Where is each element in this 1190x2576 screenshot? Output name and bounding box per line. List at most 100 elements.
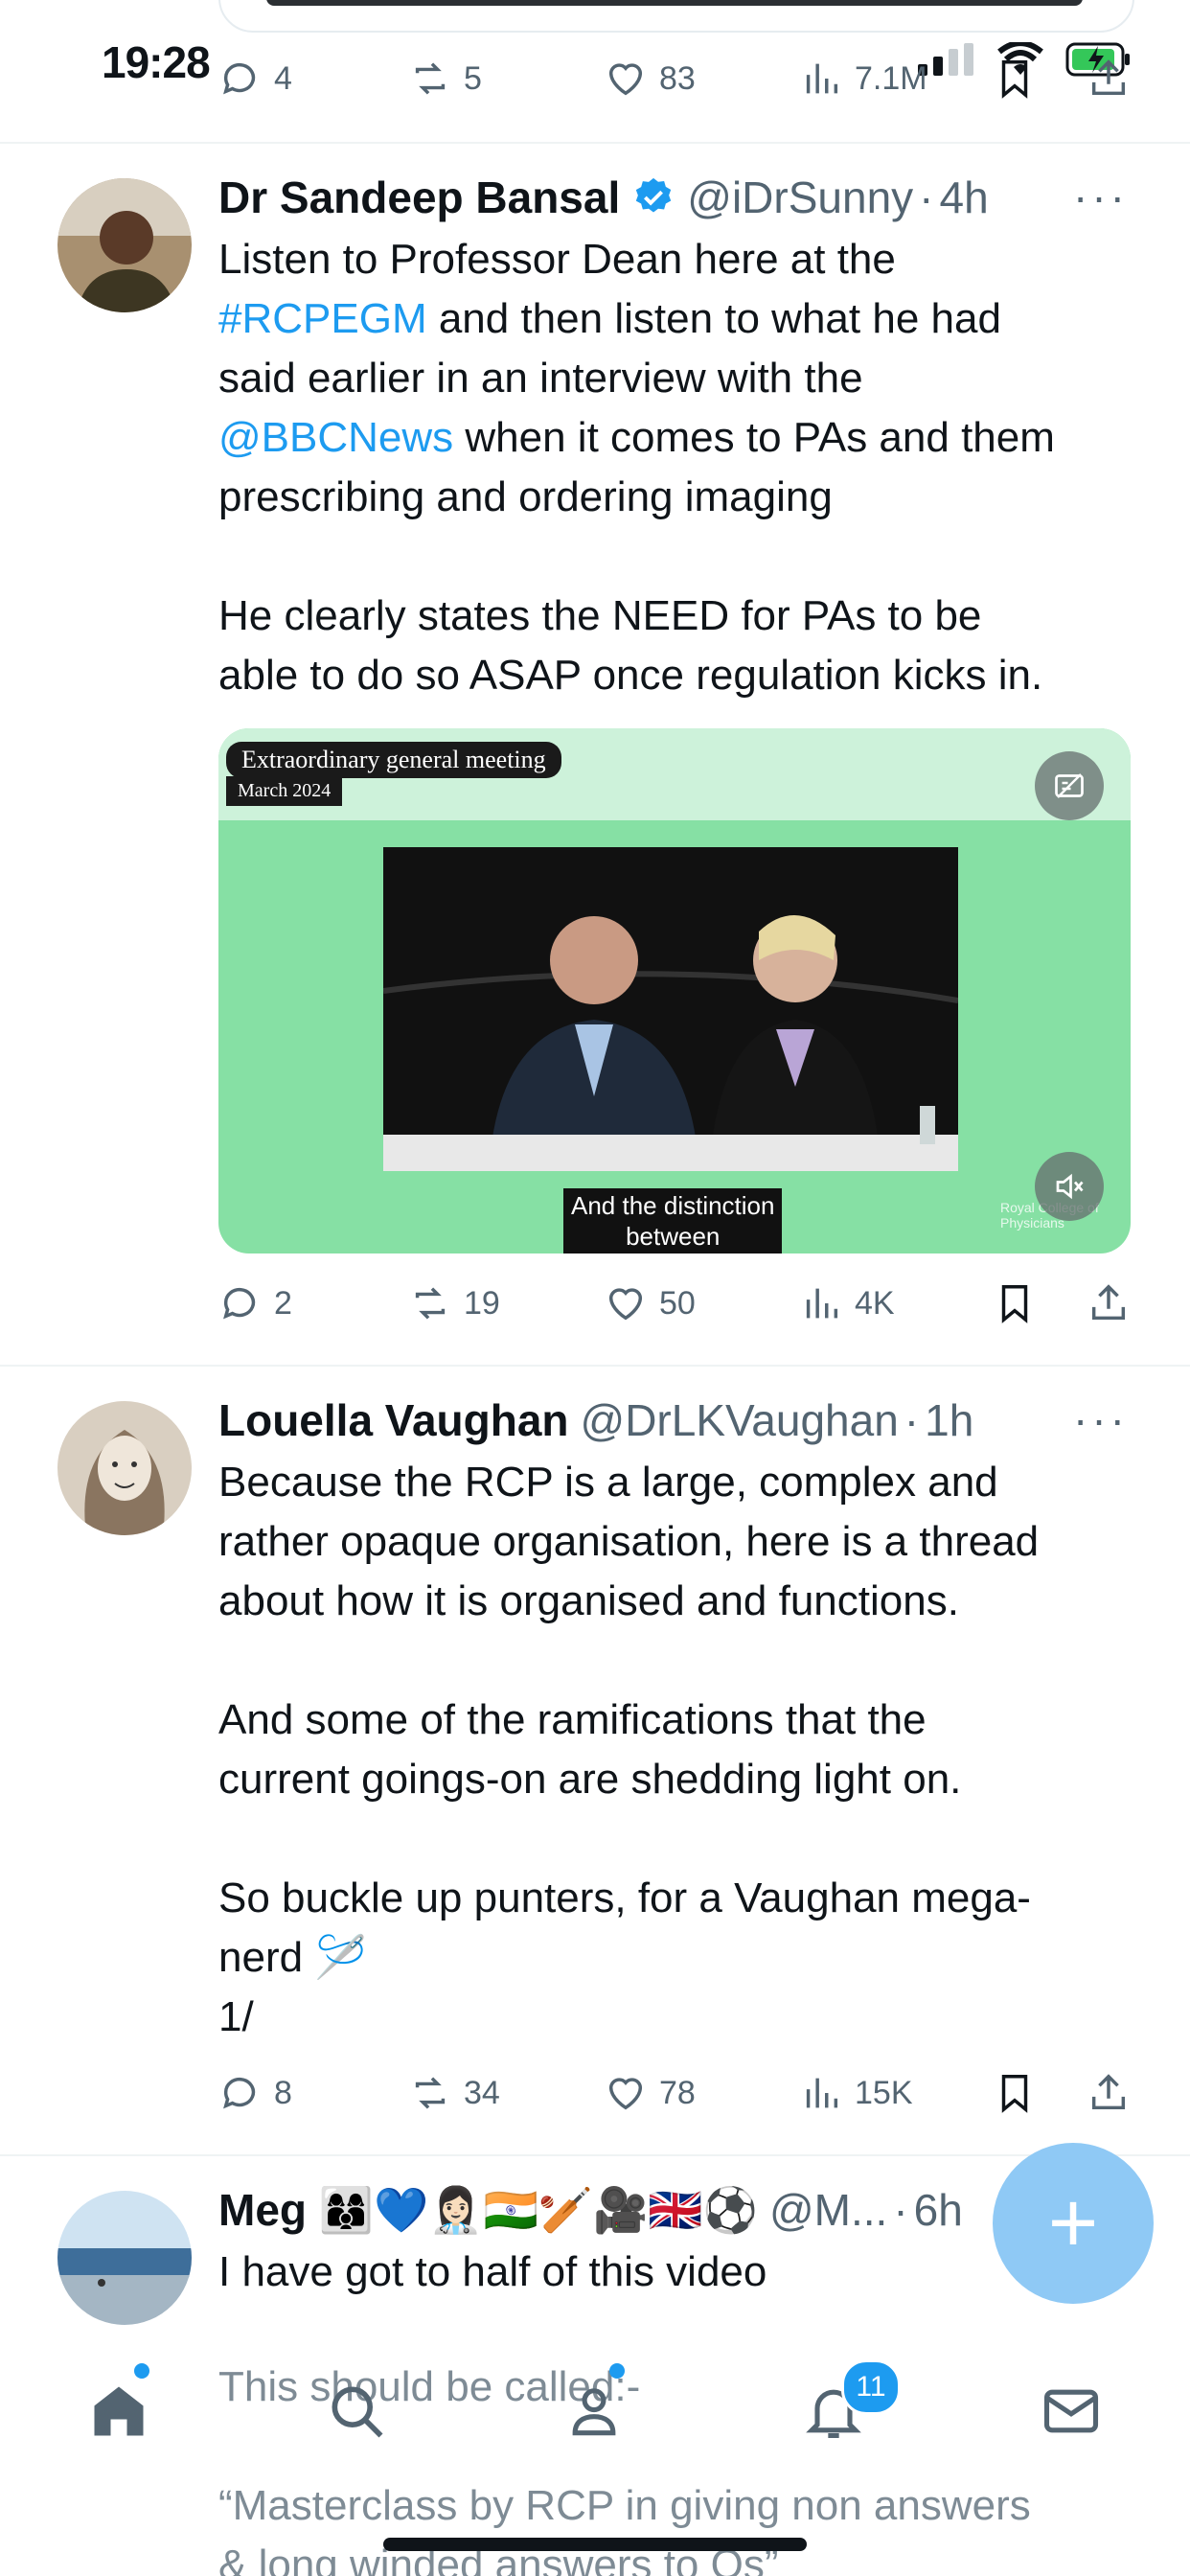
reply-button[interactable]: 8: [218, 2071, 292, 2115]
reply-count: 8: [274, 2074, 292, 2111]
tweet-time: 6h: [913, 2185, 963, 2235]
mention-link[interactable]: @BBCNews: [218, 414, 453, 461]
communities-icon: [572, 2388, 616, 2436]
tweet-time: 1h: [925, 1395, 974, 1445]
video-date-label: March 2024: [226, 776, 343, 806]
divider: [0, 142, 1190, 144]
like-button[interactable]: 78: [604, 2071, 696, 2115]
bookmark-button[interactable]: [993, 57, 1037, 101]
text-fragment: and then listen to what he had: [426, 295, 1001, 342]
captions-icon: [1055, 773, 1084, 798]
text-line: rather opaque organisation, here is a th…: [218, 1518, 1040, 1565]
views-icon: [806, 63, 838, 94]
tweet-header: Dr Sandeep Bansal @iDrSunny · 4h: [218, 169, 989, 226]
avatar-sketch: [57, 1401, 192, 1535]
tweet-text: Listen to Professor Dean here at the #RC…: [218, 230, 1131, 705]
repost-count: 5: [464, 59, 482, 97]
views-count: 4K: [855, 1284, 895, 1322]
compose-button[interactable]: +: [993, 2143, 1154, 2304]
avatar-photo: [57, 178, 192, 312]
repost-count: 34: [464, 2074, 500, 2111]
text-fragment: when it comes to PAs and them: [453, 414, 1055, 461]
text-line: #RCPEGM and then listen to what he had: [218, 289, 1131, 349]
author-name[interactable]: Dr Sandeep Bansal: [218, 172, 620, 223]
bookmark-button[interactable]: [993, 1281, 1037, 1325]
views-icon: [806, 2078, 838, 2108]
reply-icon: [223, 1287, 256, 1320]
divider: [0, 2154, 1190, 2156]
more-options-button[interactable]: ···: [1073, 171, 1129, 222]
nav-search[interactable]: [318, 2373, 395, 2450]
reply-icon: [223, 62, 256, 95]
more-options-button[interactable]: ···: [1073, 1393, 1129, 1445]
views-count: 15K: [855, 2074, 913, 2111]
reply-button[interactable]: 4: [218, 57, 292, 101]
share-icon: [1091, 59, 1126, 96]
reply-icon: [223, 2077, 256, 2109]
author-handle[interactable]: @M...: [769, 2184, 887, 2236]
avatar-beach-photo: [57, 2191, 192, 2325]
repost-icon: [415, 1287, 446, 1320]
like-count: 83: [659, 59, 696, 97]
views-button[interactable]: 7.1M: [799, 57, 927, 101]
author-name[interactable]: Meg 👩‍👩‍👦💙👩🏻‍⚕️🇮🇳🏏🎥🇬🇧⚽: [218, 2184, 758, 2237]
views-count: 7.1M: [855, 59, 927, 97]
repost-button[interactable]: 34: [408, 2071, 500, 2115]
speaker-muted-icon: [1056, 1173, 1084, 1200]
avatar[interactable]: [57, 178, 192, 312]
like-count: 50: [659, 1284, 696, 1322]
share-icon: [1091, 1284, 1126, 1321]
author-name[interactable]: Louella Vaughan: [218, 1394, 569, 1446]
verified-badge-icon: [636, 177, 672, 213]
text-line: nerd 🪡: [218, 1934, 368, 1981]
text-line: 1/: [218, 1993, 254, 2040]
repost-button[interactable]: 5: [408, 57, 482, 101]
reply-count: 4: [274, 59, 292, 97]
share-button[interactable]: [1087, 57, 1131, 101]
tweet-header: Louella Vaughan @DrLKVaughan · 1h: [218, 1392, 973, 1449]
author-handle[interactable]: @iDrSunny: [687, 172, 913, 223]
like-button[interactable]: 50: [604, 1281, 696, 1325]
search-icon: [332, 2386, 383, 2438]
tweet-actions: 8 34 78 15K: [218, 2066, 1131, 2120]
notifications-badge: 11: [841, 2359, 901, 2415]
author-handle[interactable]: @DrLKVaughan: [581, 1394, 899, 1446]
video-caption: And the distinction between: [563, 1188, 783, 1254]
separator: ·: [919, 172, 934, 222]
bookmark-button[interactable]: [993, 2071, 1037, 2115]
reply-count: 2: [274, 1284, 292, 1322]
heart-icon: [608, 2078, 643, 2110]
views-button[interactable]: 4K: [799, 1281, 895, 1325]
text-line: able to do so ASAP once regulation kicks…: [218, 652, 1043, 699]
like-button[interactable]: 83: [604, 57, 696, 101]
text-line: current goings-on are shedding light on.: [218, 1756, 962, 1803]
reply-button[interactable]: 2: [218, 1281, 292, 1325]
video-still: [383, 847, 958, 1171]
tweet-actions: 2 19 50 4K: [218, 1276, 1131, 1330]
text-line: @BBCNews when it comes to PAs and them: [218, 408, 1131, 468]
nav-messages[interactable]: [1033, 2373, 1110, 2450]
repost-icon: [415, 62, 446, 95]
video-title-label: Extraordinary general meeting: [226, 742, 561, 778]
envelope-icon: [1043, 2389, 1099, 2433]
text-line: Listen to Professor Dean here at the: [218, 236, 896, 283]
bookmark-icon: [1001, 60, 1028, 99]
mute-button[interactable]: [1035, 1152, 1104, 1221]
nav-communities[interactable]: [556, 2373, 632, 2450]
views-icon: [806, 1288, 838, 1319]
avatar[interactable]: [57, 1401, 192, 1535]
share-button[interactable]: [1087, 1281, 1131, 1325]
repost-button[interactable]: 19: [408, 1281, 500, 1325]
hashtag-link[interactable]: #RCPEGM: [218, 295, 427, 342]
text-line: I have got to half of this video: [218, 2248, 767, 2295]
video-player[interactable]: Extraordinary general meeting March 2024…: [218, 728, 1131, 1254]
share-button[interactable]: [1087, 2071, 1131, 2115]
separator: ·: [904, 1395, 920, 1445]
avatar[interactable]: [57, 2191, 192, 2325]
captions-button[interactable]: [1035, 751, 1104, 820]
views-button[interactable]: 15K: [799, 2071, 913, 2115]
nav-home[interactable]: [80, 2373, 157, 2450]
caption-line: And the distinction: [571, 1191, 775, 1220]
